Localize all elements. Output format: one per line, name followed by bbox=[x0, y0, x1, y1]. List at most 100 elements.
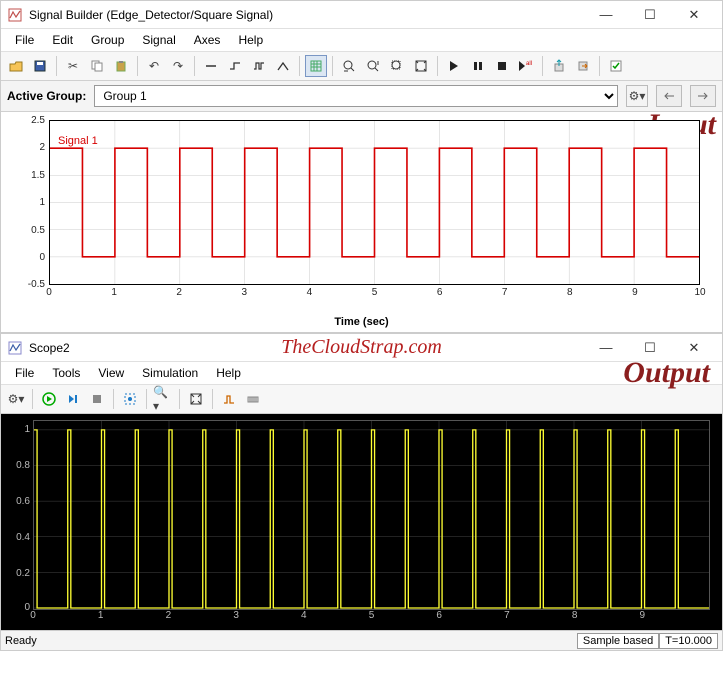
scope-ytick: 0.2 bbox=[8, 568, 30, 579]
input-axes[interactable]: Signal 1 bbox=[49, 120, 700, 285]
scope-config-icon[interactable]: ⚙▾ bbox=[5, 388, 27, 410]
scope-highlight-icon[interactable] bbox=[119, 388, 141, 410]
export-arrow-icon[interactable] bbox=[572, 55, 594, 77]
scope-xtick: 7 bbox=[497, 610, 517, 621]
scope-autoscale-icon[interactable] bbox=[185, 388, 207, 410]
scope-ytick: 1 bbox=[8, 424, 30, 435]
signal-builder-toolbar: ✂ ↶ ↷ all bbox=[1, 52, 722, 81]
active-group-label: Active Group: bbox=[7, 89, 86, 103]
output-annotation: Output bbox=[623, 356, 710, 390]
scope-chart-area: 1 0.8 0.6 0.4 0.2 0 0 1 2 3 4 5 6 7 8 9 bbox=[1, 414, 722, 630]
scope-menu-tools[interactable]: Tools bbox=[44, 364, 88, 382]
scope-statusbar: Ready Sample based T=10.000 bbox=[1, 630, 722, 650]
scope-zoom-icon[interactable]: 🔍▾ bbox=[152, 388, 174, 410]
scope-triggers-icon[interactable] bbox=[218, 388, 240, 410]
menu-help[interactable]: Help bbox=[230, 31, 271, 49]
scope-run-icon[interactable] bbox=[38, 388, 60, 410]
pulse-seg-icon[interactable] bbox=[248, 55, 270, 77]
redo-icon[interactable]: ↷ bbox=[167, 55, 189, 77]
verify-icon[interactable] bbox=[605, 55, 627, 77]
active-group-row: Active Group: Group 1 ⚙▾ bbox=[1, 81, 722, 112]
pause-icon[interactable] bbox=[467, 55, 489, 77]
undo-icon[interactable]: ↶ bbox=[143, 55, 165, 77]
stop-icon[interactable] bbox=[491, 55, 513, 77]
run-all-icon[interactable]: all bbox=[515, 55, 537, 77]
ytick: 1.5 bbox=[17, 170, 45, 181]
zoom-in-x-icon[interactable] bbox=[338, 55, 360, 77]
menu-axes[interactable]: Axes bbox=[186, 31, 229, 49]
cut-icon[interactable]: ✂ bbox=[62, 55, 84, 77]
minimize-button[interactable]: — bbox=[584, 1, 628, 29]
app-icon bbox=[7, 7, 23, 23]
scope-ytick: 0.4 bbox=[8, 532, 30, 543]
signal-builder-window: Signal Builder (Edge_Detector/Square Sig… bbox=[0, 0, 723, 333]
scope-xtick: 4 bbox=[294, 610, 314, 621]
output-axes[interactable]: 1 0.8 0.6 0.4 0.2 0 bbox=[33, 420, 710, 610]
move-right-icon[interactable] bbox=[690, 85, 716, 107]
close-button[interactable]: ✕ bbox=[672, 1, 716, 29]
scope-ytick: 0.8 bbox=[8, 460, 30, 471]
ytick: 2.5 bbox=[17, 115, 45, 126]
scope-menu-help[interactable]: Help bbox=[208, 364, 249, 382]
xtick: 2 bbox=[169, 287, 189, 298]
scope-xtick: 1 bbox=[91, 610, 111, 621]
signal-builder-menubar: File Edit Group Signal Axes Help bbox=[1, 29, 722, 52]
scope-minimize-button[interactable]: — bbox=[584, 334, 628, 362]
scope-xtick: 8 bbox=[565, 610, 585, 621]
signal-builder-title: Signal Builder (Edge_Detector/Square Sig… bbox=[29, 8, 584, 22]
scope-ytick: 0.6 bbox=[8, 496, 30, 507]
constant-seg-icon[interactable] bbox=[200, 55, 222, 77]
move-left-icon[interactable] bbox=[656, 85, 682, 107]
ramp-seg-icon[interactable] bbox=[272, 55, 294, 77]
export-up-icon[interactable] bbox=[548, 55, 570, 77]
ytick: 1 bbox=[17, 197, 45, 208]
grid-icon[interactable] bbox=[305, 55, 327, 77]
status-time: T=10.000 bbox=[659, 633, 718, 649]
zoom-xy-icon[interactable] bbox=[386, 55, 408, 77]
signal-chart-area: Input bbox=[1, 112, 722, 332]
paste-icon[interactable] bbox=[110, 55, 132, 77]
xtick: 5 bbox=[365, 287, 385, 298]
xtick: 8 bbox=[560, 287, 580, 298]
maximize-button[interactable]: ☐ bbox=[628, 1, 672, 29]
scope-stop-icon[interactable] bbox=[86, 388, 108, 410]
gear-icon[interactable]: ⚙▾ bbox=[626, 85, 648, 107]
svg-text:all: all bbox=[526, 61, 532, 67]
zoom-in-y-icon[interactable] bbox=[362, 55, 384, 77]
ytick: 0 bbox=[17, 252, 45, 263]
scope-xtick: 6 bbox=[429, 610, 449, 621]
scope-window: Scope2 TheCloudStrap.com — ☐ ✕ File Tool… bbox=[0, 333, 723, 651]
scope-xtick: 3 bbox=[226, 610, 246, 621]
scope-xtick: 2 bbox=[158, 610, 178, 621]
xtick: 4 bbox=[299, 287, 319, 298]
open-icon[interactable] bbox=[5, 55, 27, 77]
scope-xtick: 5 bbox=[362, 610, 382, 621]
ytick: 0.5 bbox=[17, 225, 45, 236]
menu-group[interactable]: Group bbox=[83, 31, 132, 49]
scope-toolbar: ⚙▾ 🔍▾ bbox=[1, 385, 722, 414]
status-ready: Ready bbox=[5, 635, 37, 647]
save-icon[interactable] bbox=[29, 55, 51, 77]
scope-menubar: File Tools View Simulation Help Output bbox=[1, 362, 722, 385]
watermark-text: TheCloudStrap.com bbox=[281, 336, 442, 359]
signal-builder-titlebar: Signal Builder (Edge_Detector/Square Sig… bbox=[1, 1, 722, 29]
scope-xtick: 9 bbox=[632, 610, 652, 621]
scope-menu-file[interactable]: File bbox=[7, 364, 42, 382]
scope-menu-view[interactable]: View bbox=[90, 364, 132, 382]
xtick: 7 bbox=[495, 287, 515, 298]
scope-step-icon[interactable] bbox=[62, 388, 84, 410]
xtick: 3 bbox=[234, 287, 254, 298]
status-mode: Sample based bbox=[577, 633, 659, 649]
group-select[interactable]: Group 1 bbox=[94, 85, 618, 107]
menu-signal[interactable]: Signal bbox=[134, 31, 183, 49]
scope-measurements-icon[interactable] bbox=[242, 388, 264, 410]
copy-icon[interactable] bbox=[86, 55, 108, 77]
scope-menu-simulation[interactable]: Simulation bbox=[134, 364, 206, 382]
step-seg-icon[interactable] bbox=[224, 55, 246, 77]
menu-edit[interactable]: Edit bbox=[44, 31, 81, 49]
fit-icon[interactable] bbox=[410, 55, 432, 77]
play-icon[interactable] bbox=[443, 55, 465, 77]
scope-app-icon bbox=[7, 340, 23, 356]
menu-file[interactable]: File bbox=[7, 31, 42, 49]
xtick: 1 bbox=[104, 287, 124, 298]
